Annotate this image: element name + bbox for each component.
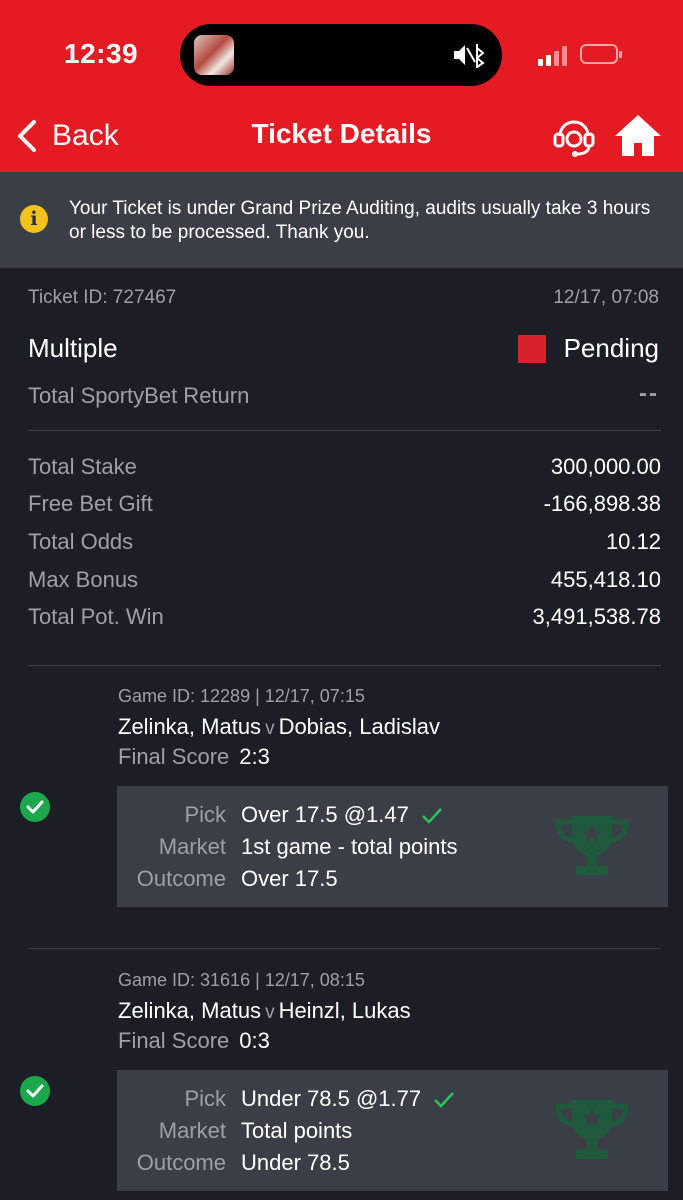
summary-value: 455,418.10 [550, 567, 661, 592]
final-score: Final Score 0:3 [118, 1028, 270, 1054]
final-score-value: 0:3 [239, 1028, 270, 1053]
ticket-date: 12/17, 07:08 [553, 287, 659, 308]
versus-label: v [265, 1002, 275, 1023]
info-icon: i [20, 205, 48, 233]
final-score: Final Score 2:3 [118, 744, 270, 770]
versus-label: v [265, 718, 275, 739]
summary-value: -166,898.38 [543, 491, 661, 516]
trophy-icon [555, 816, 629, 875]
ticket-id: Ticket ID: 727467 [28, 287, 177, 308]
home-icon[interactable] [612, 112, 664, 158]
pick-label: Pick [184, 1086, 226, 1111]
market-value: 1st game - total points [241, 834, 458, 859]
final-score-value: 2:3 [239, 744, 270, 769]
status-badge [518, 335, 546, 363]
away-team: Heinzl, Lukas [278, 998, 411, 1023]
summary-label: Total Pot. Win [28, 604, 164, 629]
now-playing-thumbnail [194, 35, 234, 75]
check-icon [434, 1092, 455, 1108]
outcome-value: Under 78.5 [241, 1150, 350, 1175]
summary-label: Free Bet Gift [28, 491, 153, 516]
game-teams: Zelinka, Matus v Dobias, Ladislav [118, 714, 440, 740]
summary-value: 10.12 [605, 529, 661, 554]
pick-value: Over 17.5 @1.47 [241, 802, 409, 827]
status-time: 12:39 [64, 38, 139, 69]
won-check-icon [20, 792, 50, 822]
market-value: Total points [241, 1118, 353, 1143]
pick-value: Under 78.5 @1.77 [241, 1086, 422, 1111]
battery-icon [580, 44, 622, 64]
home-team: Zelinka, Matus [118, 998, 262, 1023]
final-score-label: Final Score [118, 1028, 230, 1053]
home-team: Zelinka, Matus [118, 714, 262, 739]
top-header: 12:39 Back Ticket Details [0, 0, 683, 172]
outcome-label: Outcome [136, 866, 226, 891]
outcome-label: Outcome [136, 1150, 226, 1175]
outcome-value: Over 17.5 [241, 866, 338, 891]
market-label: Market [158, 1118, 226, 1143]
audit-notice-text: Your Ticket is under Grand Prize Auditin… [69, 198, 651, 243]
summary-value: 3,491,538.78 [532, 604, 661, 629]
pick-label: Pick [184, 802, 226, 827]
divider [28, 948, 661, 949]
summary-label: Total Odds [28, 529, 134, 554]
return-label: Total SportyBet Return [28, 383, 250, 408]
trophy-icon [555, 1100, 629, 1159]
status-text: Pending [563, 333, 659, 363]
market-label: Market [158, 834, 226, 859]
game-teams: Zelinka, Matus v Heinzl, Lukas [118, 998, 411, 1024]
support-headset-icon[interactable] [550, 112, 598, 160]
silent-bluetooth-icon [454, 44, 485, 68]
summary-value: 300,000.00 [550, 454, 661, 479]
divider [28, 430, 661, 431]
game-meta: Game ID: 31616 | 12/17, 08:15 [118, 970, 365, 990]
pick-card: Pick Over 17.5 @1.47 Market 1st game - t… [117, 786, 668, 907]
away-team: Dobias, Ladislav [278, 714, 440, 739]
return-value: -- [639, 380, 659, 407]
dynamic-island [180, 24, 502, 86]
summary-label: Max Bonus [28, 567, 139, 592]
final-score-label: Final Score [118, 744, 230, 769]
divider [28, 665, 661, 666]
pick-card: Pick Under 78.5 @1.77 Market Total point… [117, 1070, 668, 1191]
check-icon [421, 808, 442, 824]
summary-label: Total Stake [28, 454, 137, 479]
game-meta: Game ID: 12289 | 12/17, 07:15 [118, 686, 365, 706]
bet-type: Multiple [28, 333, 118, 363]
won-check-icon [20, 1076, 50, 1106]
signal-icon [538, 44, 570, 66]
